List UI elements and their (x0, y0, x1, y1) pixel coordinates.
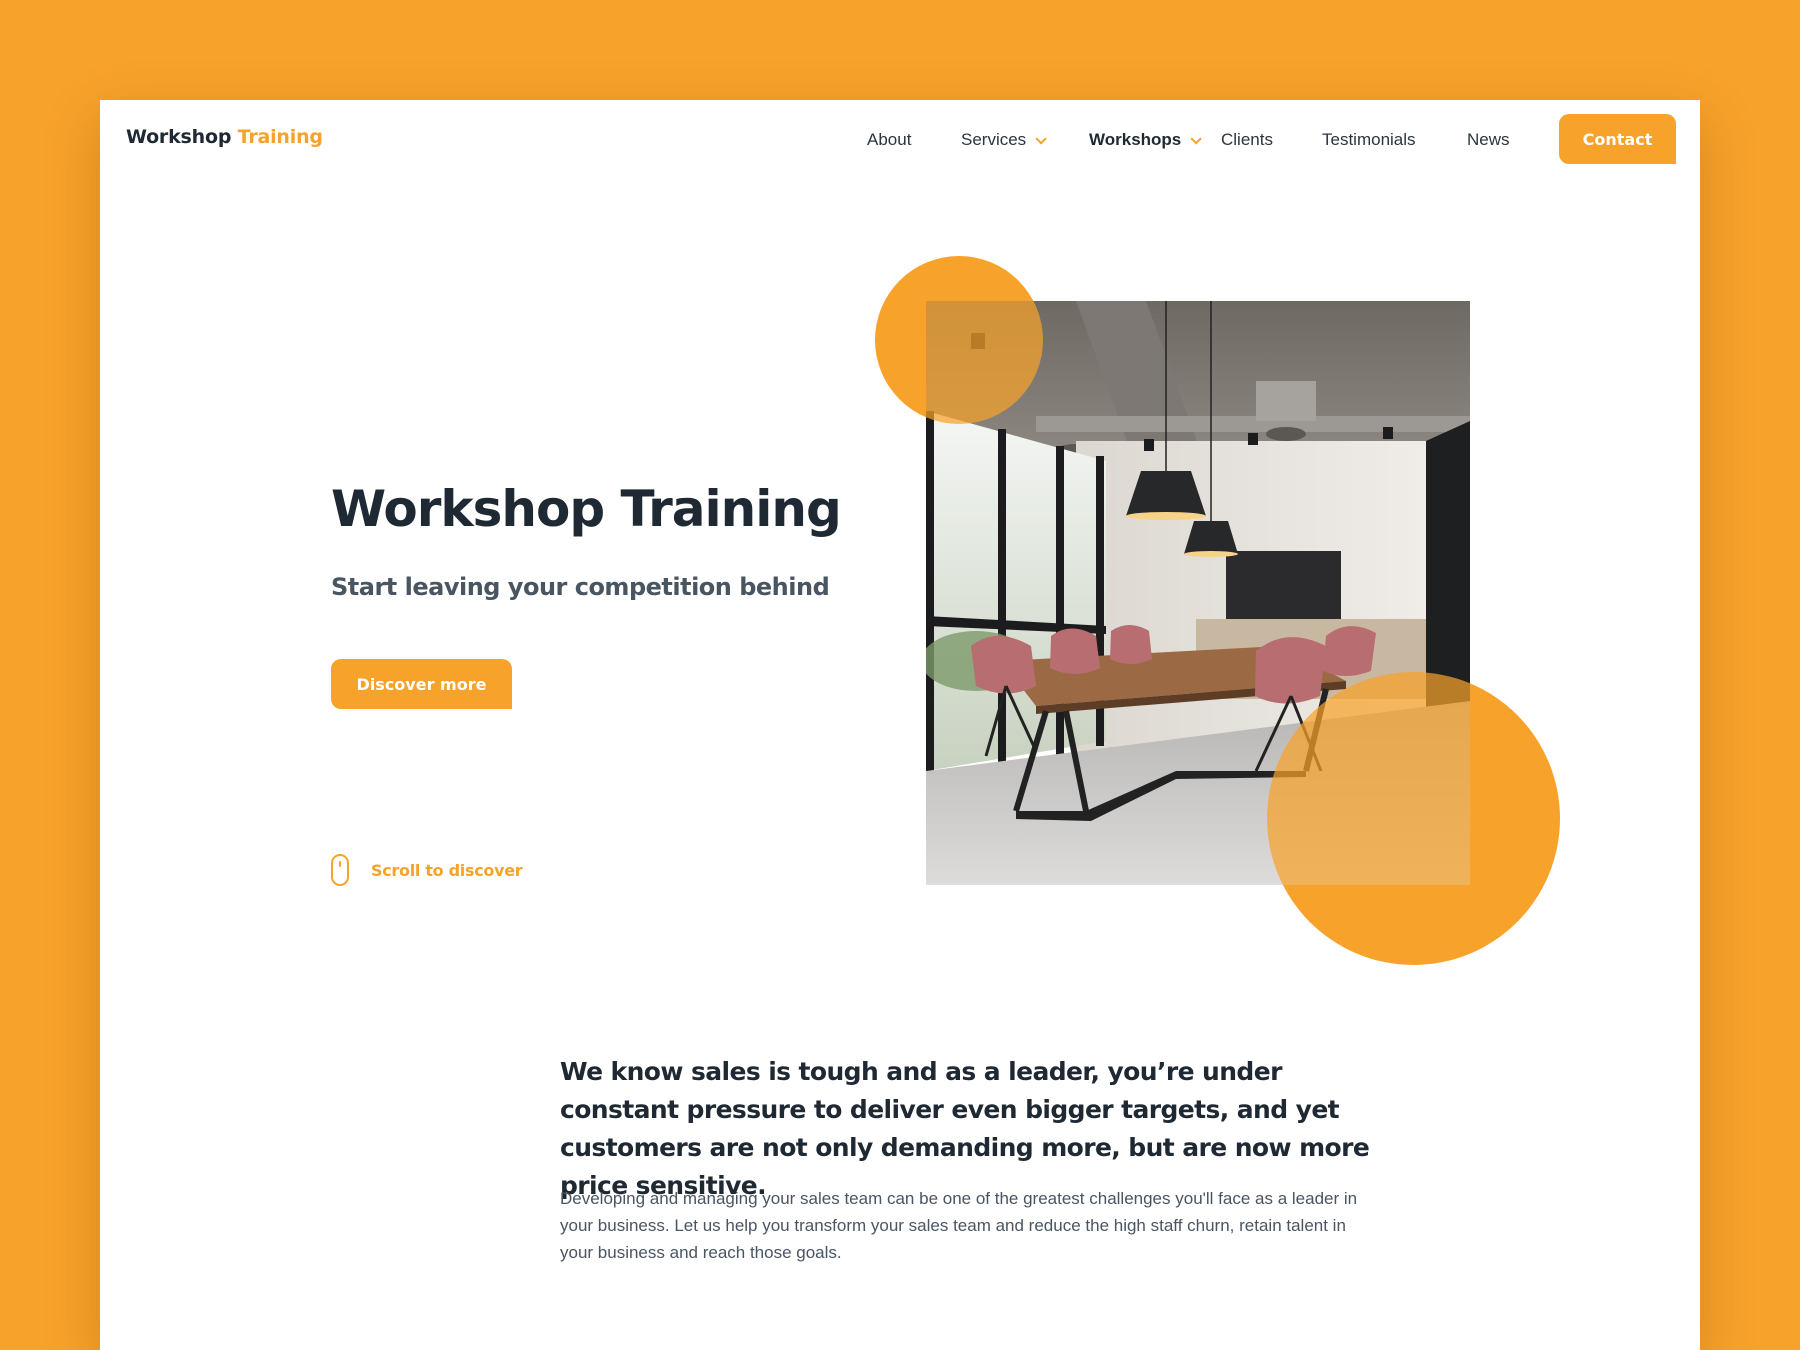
logo-primary-text: Workshop (126, 126, 232, 148)
nav-item-about[interactable]: About (867, 130, 911, 150)
hero-subtitle: Start leaving your competition behind (331, 573, 830, 601)
nav-item-workshops[interactable]: Workshops (1089, 130, 1203, 150)
nav-item-label: Clients (1221, 130, 1273, 149)
logo-accent-text: Training (237, 126, 323, 148)
logo[interactable]: Workshop Training (126, 126, 323, 148)
contact-button[interactable]: Contact (1559, 114, 1676, 164)
discover-more-button[interactable]: Discover more (331, 659, 512, 709)
scroll-to-discover[interactable]: Scroll to discover (331, 850, 523, 890)
scroll-label: Scroll to discover (371, 860, 523, 880)
web-page: Workshop Training About Services Worksho… (100, 100, 1700, 1350)
nav-item-testimonials[interactable]: Testimonials (1322, 130, 1416, 150)
intro-heading: We know sales is tough and as a leader, … (560, 1057, 1370, 1200)
nav-item-label: Workshops (1089, 130, 1182, 149)
nav-item-label: News (1467, 130, 1510, 149)
nav-item-label: Testimonials (1322, 130, 1416, 149)
mouse-icon (331, 854, 349, 886)
chevron-down-icon (1035, 133, 1047, 145)
nav-item-label: Services (961, 130, 1027, 149)
nav-item-services[interactable]: Services (961, 130, 1047, 150)
intro-body: Developing and managing your sales team … (560, 1189, 1358, 1262)
office-meeting-room-photo (926, 301, 1470, 885)
nav-item-news[interactable]: News (1467, 130, 1510, 150)
nav-item-label: About (867, 130, 912, 149)
chevron-down-icon (1190, 133, 1203, 145)
nav-item-clients[interactable]: Clients (1221, 130, 1273, 150)
hero-title: Workshop Training (331, 480, 842, 538)
